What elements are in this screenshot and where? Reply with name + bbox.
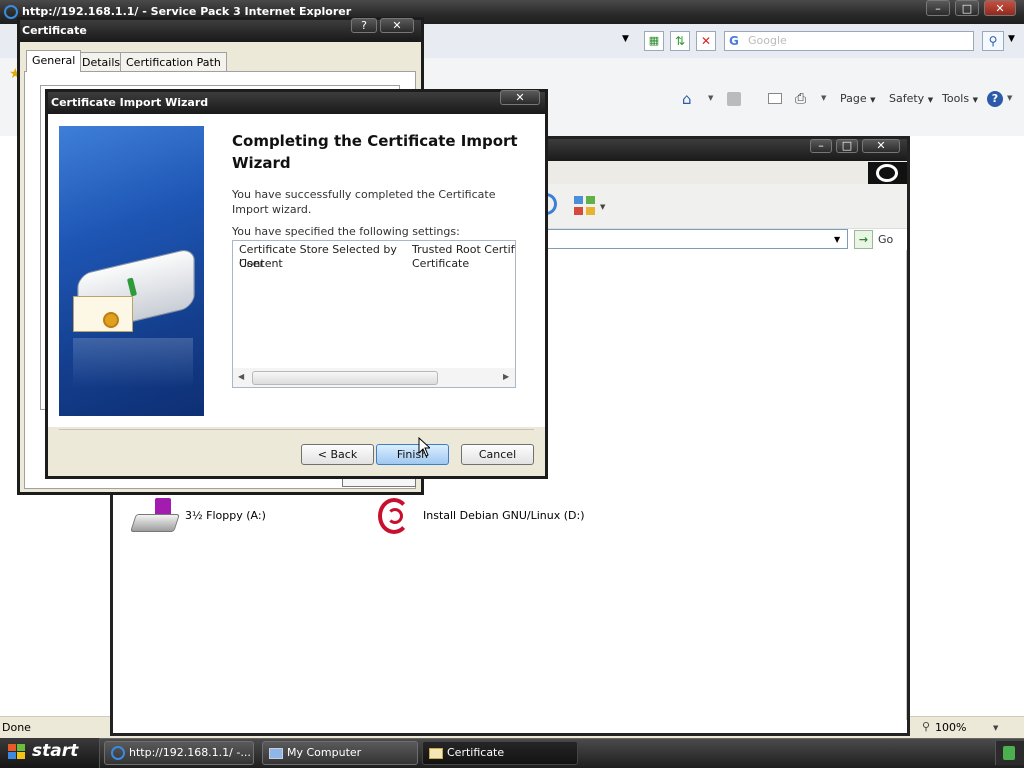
close-button[interactable]: ✕ [984,0,1016,16]
taskbar-item-my-computer[interactable]: My Computer [262,741,418,765]
certificate-icon [429,747,443,759]
wizard-close-button[interactable]: ✕ [500,90,540,105]
status-text: Done [2,721,31,734]
cancel-button[interactable]: Cancel [461,444,534,465]
taskbar-item-ie[interactable]: http://192.168.1.1/ -... [104,741,254,765]
settings-row-1-value: Certificate [412,257,470,270]
taskbar-item-ie-label: http://192.168.1.1/ -... [129,746,251,759]
wizard-separator [59,429,534,430]
ie-icon [4,5,18,19]
mc-address-dropdown-icon[interactable]: ▼ [834,235,840,244]
settings-list[interactable]: Certificate Store Selected by User Trust… [232,240,516,388]
cert-close-button[interactable]: ✕ [380,18,414,33]
go-arrow-icon[interactable]: → [854,230,873,249]
tab-general[interactable]: General [26,50,82,72]
search-placeholder: Google [748,34,787,47]
windows-logo-icon [876,164,898,182]
wizard-banner-image [59,126,204,416]
scrollbar-thumb[interactable] [252,371,438,385]
zoom-icon: ⚲ [922,720,931,733]
certificate-title: Certificate [22,24,87,37]
tools-menu-label: Tools [942,92,970,105]
minimize-button[interactable]: – [926,0,950,16]
views-icon[interactable] [574,196,596,216]
back-button[interactable]: < Back [301,444,374,465]
debian-cd-icon[interactable] [374,496,412,538]
mc-minimize-button[interactable]: – [810,139,832,153]
banner-reflection [73,338,193,388]
windows-flag-icon [8,744,26,761]
search-icon[interactable]: ⚲ [982,31,1004,51]
taskbar-item-certificate[interactable]: Certificate [422,741,578,765]
debian-drive-label[interactable]: Install Debian GNU/Linux (D:) [423,509,585,522]
wizard-heading: Completing the Certificate Import Wizard [232,132,518,172]
certificate-paper-icon [73,296,133,332]
mc-scroll-edge [906,250,907,720]
go-button[interactable]: Go [878,233,893,246]
cert-help-button[interactable]: ? [351,18,377,33]
taskbar-item-my-computer-label: My Computer [287,746,362,759]
scroll-left-arrow-icon[interactable]: ◀ [238,372,244,381]
settings-row-0-value: Trusted Root Certific... [412,243,515,256]
zoom-dropdown-icon[interactable]: ▼ [993,724,998,732]
stop-icon[interactable]: ✕ [696,31,716,51]
tray-network-icon[interactable] [1003,746,1015,760]
scroll-right-arrow-icon[interactable]: ▶ [503,372,509,381]
views-dropdown-icon[interactable]: ▼ [600,203,605,211]
help-icon[interactable]: ? [987,91,1003,107]
ie-icon [111,746,125,760]
google-icon: G [729,34,739,48]
certificate-seal-icon [103,312,119,328]
read-mail-icon[interactable] [768,93,782,104]
floppy-drive-icon[interactable] [130,498,180,538]
home-icon[interactable]: ⌂ [682,90,692,108]
mouse-cursor-icon [418,437,430,457]
address-dropdown-icon[interactable]: ▼ [622,34,629,44]
taskbar-item-certificate-label: Certificate [447,746,505,759]
import-wizard-title: Certificate Import Wizard [51,96,209,109]
tab-certification-path[interactable]: Certification Path [120,52,227,72]
help-dropdown-icon[interactable]: ▼ [1007,94,1012,102]
start-label: start [32,741,79,761]
wizard-settings-label: You have specified the following setting… [232,225,460,238]
settings-row-1-name: Content [239,257,283,270]
finish-button[interactable]: Finish [376,444,449,465]
mc-close-button[interactable]: ✕ [862,139,900,153]
floppy-drive-label[interactable]: 3½ Floppy (A:) [185,509,266,522]
print-dropdown-icon[interactable]: ▼ [821,94,826,102]
search-options-icon[interactable]: ▼ [1008,34,1015,44]
safety-menu[interactable]: Safety ▼ [889,92,933,105]
wizard-description: You have successfully completed the Cert… [232,188,496,216]
home-dropdown-icon[interactable]: ▼ [708,94,713,102]
tools-menu[interactable]: Tools ▼ [942,92,978,105]
feeds-icon[interactable] [727,92,741,106]
safety-menu-label: Safety [889,92,925,105]
page-menu-label: Page [840,92,867,105]
mc-address-bar[interactable] [540,229,848,249]
tab-details[interactable]: Details [76,52,127,72]
maximize-button[interactable]: □ [955,0,979,16]
zoom-level[interactable]: 100% [935,721,966,734]
computer-icon [269,747,283,759]
page-menu[interactable]: Page ▼ [840,92,876,105]
go-label: Go [878,233,894,246]
print-icon[interactable]: ⎙ [795,91,806,107]
mc-maximize-button[interactable]: □ [836,139,858,153]
compatibility-icon[interactable]: ▦ [644,31,664,51]
refresh-icon[interactable]: ⇅ [670,31,690,51]
